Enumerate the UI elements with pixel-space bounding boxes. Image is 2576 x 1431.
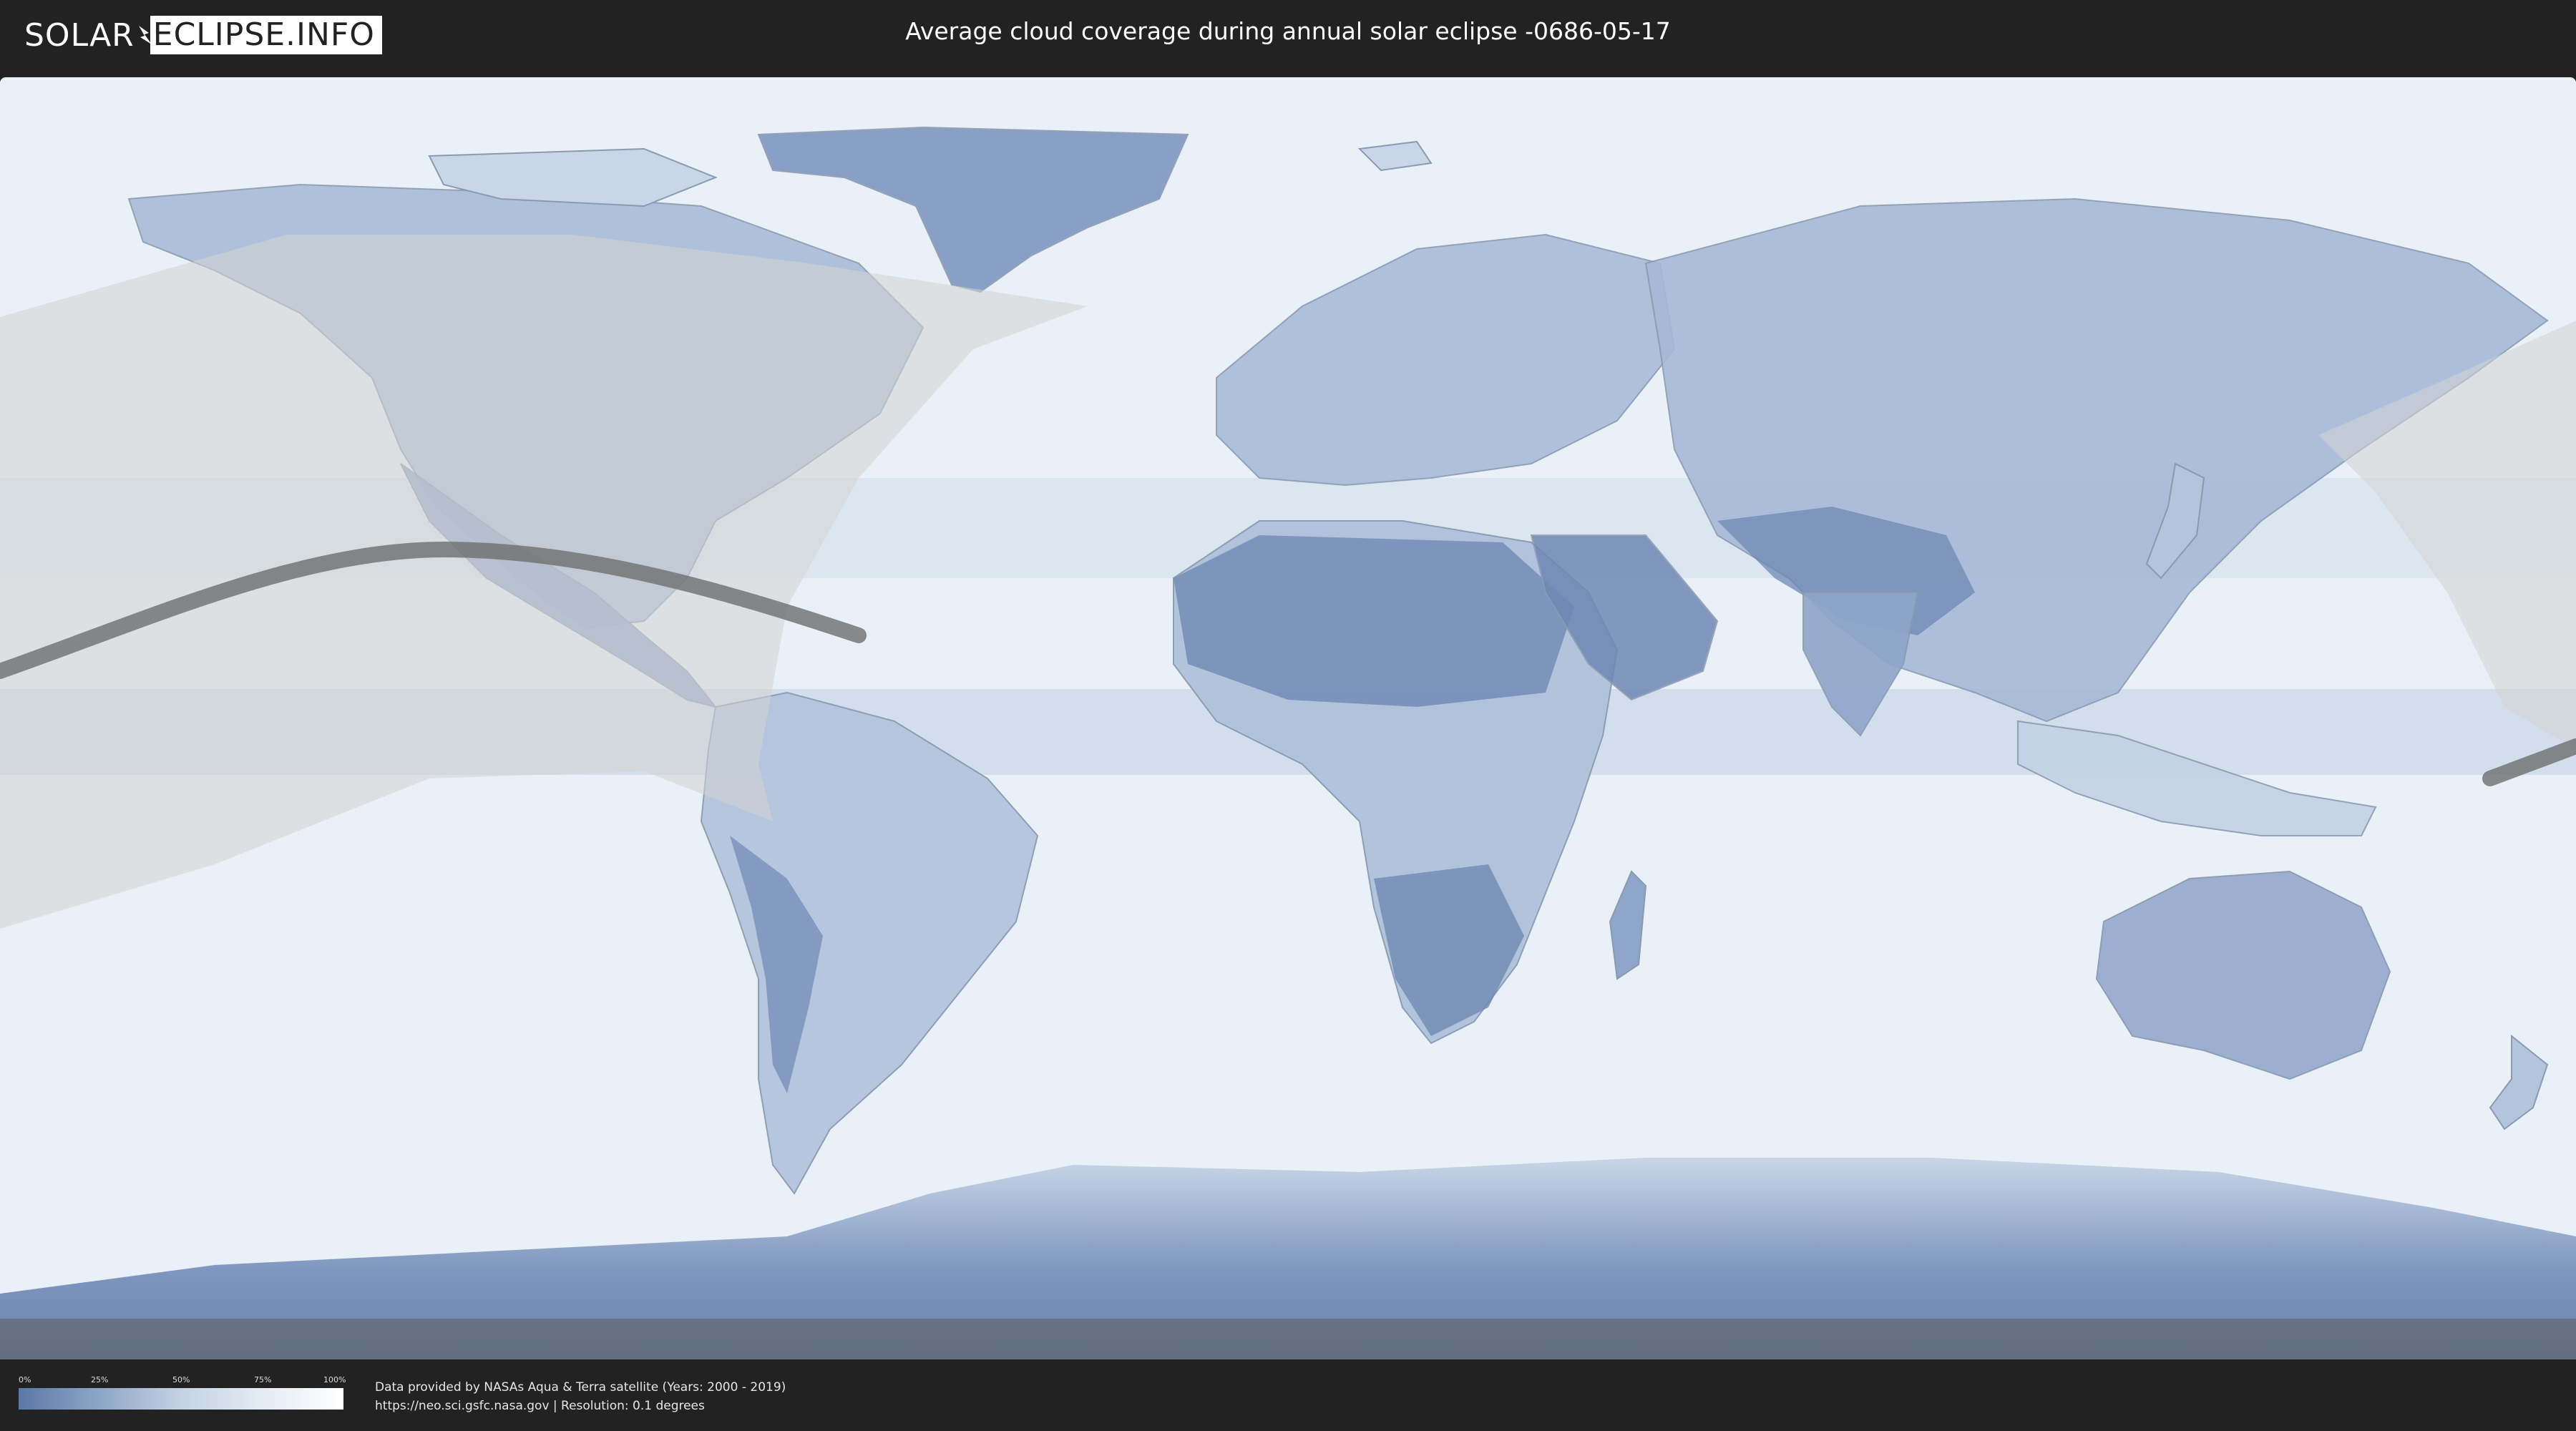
legend-tick-50: 50% [172,1375,190,1384]
cloud-coverage-map[interactable] [0,77,2576,1359]
legend-tick-labels: 0% 25% 50% 75% 100% [19,1375,346,1385]
header-bar: SOLAR ECLIPSE.INFO Average cloud coverag… [0,0,2576,72]
legend-tick-0: 0% [19,1375,31,1384]
legend-tick-75: 75% [254,1375,272,1384]
credits-line-source: Data provided by NASAs Aqua & Terra sate… [375,1380,786,1395]
page-title: Average cloud coverage during annual sol… [905,17,1671,45]
credits-line-url: https://neo.sci.gsfc.nasa.gov | Resoluti… [375,1399,705,1413]
data-credits: Data provided by NASAs Aqua & Terra sate… [375,1378,786,1415]
legend-tick-25: 25% [91,1375,109,1384]
legend-color-bar [19,1388,343,1410]
world-map-svg [0,77,2576,1359]
cloud-coverage-legend: 0% 25% 50% 75% 100% [19,1375,346,1410]
map-bottom-edge-shade [0,1319,2576,1359]
legend-tick-100: 100% [323,1375,346,1384]
